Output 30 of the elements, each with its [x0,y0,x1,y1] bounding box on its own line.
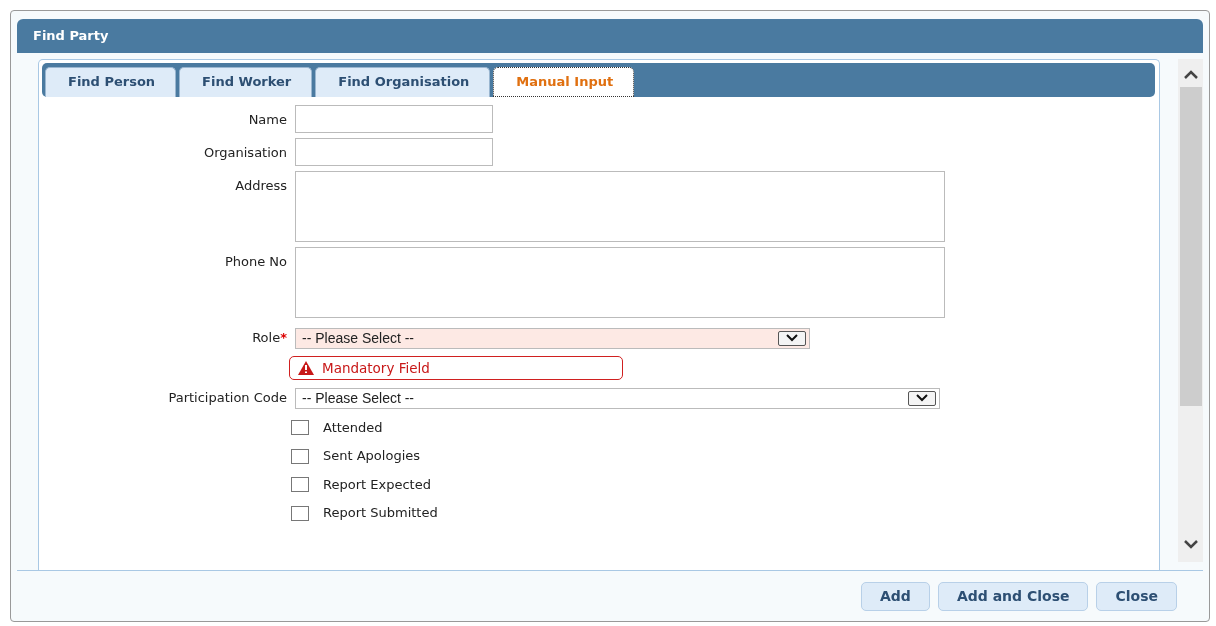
dialog-button[interactable]: Add [861,582,930,611]
text-field[interactable] [295,137,493,166]
dialog-title: Find Party [17,19,1203,53]
dialog-button[interactable]: Add and Close [937,582,1089,611]
dialog-button[interactable]: Close [1096,582,1177,611]
dropdown[interactable]: -- Please Select -- [295,327,810,349]
checkbox[interactable] [291,505,309,521]
tab[interactable]: Find Worker [179,66,313,97]
checkbox[interactable] [291,420,309,435]
field-label: Name [247,110,287,129]
checkbox[interactable] [291,477,309,492]
checkbox-label: Report Submitted [323,504,438,523]
warning-icon [298,360,314,375]
checkbox[interactable] [291,448,309,464]
field-label: Phone No [223,252,287,271]
checkbox-label: Attended [323,418,383,437]
tab[interactable]: Find Person [45,66,177,97]
scroll-down-icon[interactable] [1182,538,1199,550]
dropdown[interactable]: -- Please Select -- [295,387,940,409]
field-label: Organisation [202,143,287,162]
scrollbar[interactable] [1178,58,1203,562]
text-field[interactable] [295,104,493,133]
error-message: Mandatory Field [289,355,623,380]
field-label: Address [234,176,287,195]
checkbox-label: Sent Apologies [323,447,421,466]
checkbox-label: Report Expected [323,475,431,494]
field-label: Role* [251,328,287,347]
tab[interactable]: Find Organisation [315,66,491,97]
field-label: Participation Code [167,388,287,407]
scroll-up-icon[interactable] [1182,68,1199,81]
